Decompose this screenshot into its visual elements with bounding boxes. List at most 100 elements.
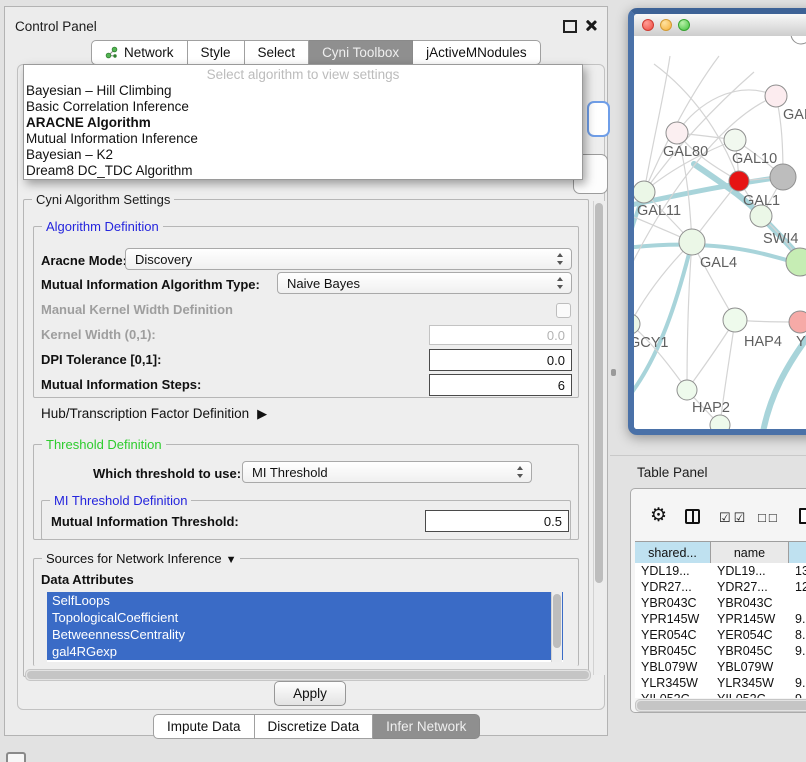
attribute-item-gal4rgexp[interactable]: gal4RGexp <box>47 643 563 660</box>
minimize-traffic-light-icon[interactable] <box>660 19 672 31</box>
dropdown-item-dream8-dc-tdc-algorithm[interactable]: Dream8 DC_TDC Algorithm <box>24 163 582 179</box>
table-row[interactable]: YIL052CYIL052C9. <box>635 691 806 698</box>
network-node-y[interactable] <box>789 311 806 333</box>
spinner-arrows-icon <box>557 277 564 289</box>
tab-discretize-data[interactable]: Discretize Data <box>255 714 374 739</box>
tab-label: Cyni Toolbox <box>322 45 399 60</box>
attribute-item-betweennesscentrality[interactable]: BetweennessCentrality <box>47 626 563 643</box>
tab-network[interactable]: Network <box>91 40 188 65</box>
network-edge[interactable] <box>634 242 692 324</box>
which-threshold-value: MI Threshold <box>252 465 328 480</box>
network-node-hap2[interactable] <box>677 380 697 400</box>
gear-icon[interactable]: ⚙ <box>650 506 667 525</box>
settings-horizontal-scrollbar[interactable] <box>25 669 591 681</box>
column-header-shared[interactable]: shared... <box>635 542 711 564</box>
settings-vertical-scrollbar[interactable] <box>593 201 605 675</box>
network-node-gal11[interactable] <box>634 181 655 203</box>
zoom-traffic-light-icon[interactable] <box>678 19 690 31</box>
table-cell: YBR043C <box>711 595 789 611</box>
close-icon[interactable] <box>585 19 597 31</box>
network-edge[interactable] <box>634 242 692 400</box>
sources-title: Sources for Network Inference <box>46 551 222 566</box>
dropdown-placeholder: Select algorithm to view settings <box>24 66 582 83</box>
network-edge[interactable] <box>634 96 776 276</box>
docked-panel-icon[interactable] <box>6 752 26 762</box>
network-window-titlebar[interactable] <box>634 14 806 37</box>
hub-definition-toggle[interactable]: Hub/Transcription Factor Definition▶ <box>41 406 267 422</box>
table-row[interactable]: YBL079WYBL079W <box>635 659 806 675</box>
network-node[interactable] <box>791 36 806 44</box>
dropdown-item-basic-correlation-inference[interactable]: Basic Correlation Inference <box>24 99 582 115</box>
table-cell: YBL079W <box>635 659 711 675</box>
dpi-tolerance-field[interactable]: 0.0 <box>429 349 572 371</box>
split-pane-handle[interactable] <box>611 369 616 376</box>
network-edge[interactable] <box>687 320 735 390</box>
table-row[interactable]: YDL19...YDL19...13 <box>635 563 806 579</box>
tab-style[interactable]: Style <box>188 40 245 65</box>
tab-jactivemnodules[interactable]: jActiveMNodules <box>413 40 541 65</box>
table-row[interactable]: YBR043CYBR043C <box>635 595 806 611</box>
network-node-gal80[interactable] <box>666 122 688 144</box>
network-node-label: SWI4 <box>763 231 798 247</box>
network-view-window[interactable]: GALGAL80GAL10GAL1GAL11SWI4GAL4GCY1HAP4YH… <box>628 8 806 435</box>
table-cell: YBR045C <box>635 643 711 659</box>
apply-button[interactable]: Apply <box>274 681 346 706</box>
algorithm-dropdown-popup: Select algorithm to view settings Bayesi… <box>23 64 583 180</box>
deselect-all-checkboxes-icon[interactable]: □□ <box>758 510 780 525</box>
network-node[interactable] <box>770 164 796 190</box>
chevron-down-icon[interactable]: ▼ <box>226 554 237 566</box>
attribute-list-scrollbar[interactable] <box>551 592 562 662</box>
network-node[interactable] <box>710 415 730 435</box>
column-header-clipped[interactable] <box>789 542 806 564</box>
table-row[interactable]: YDR27...YDR27...12 <box>635 579 806 595</box>
manual-kernel-checkbox[interactable] <box>556 303 571 318</box>
network-node-gal[interactable] <box>765 85 787 107</box>
table-horizontal-scrollbar[interactable] <box>635 699 806 712</box>
desktop: Control Panel NetworkStyleSelectCyni Too… <box>0 0 806 762</box>
table-row[interactable]: YBR045CYBR045C9. <box>635 643 806 659</box>
attribute-item-selfloops[interactable]: SelfLoops <box>47 592 563 609</box>
mi-type-label: Mutual Information Algorithm Type: <box>41 277 260 292</box>
aracne-mode-value: Discovery <box>135 252 192 267</box>
column-header-name[interactable]: name <box>711 542 789 564</box>
network-node-label: GAL11 <box>637 203 681 219</box>
mi-steps-field[interactable]: 6 <box>429 374 572 396</box>
network-node[interactable] <box>786 248 806 276</box>
mi-threshold-field[interactable]: 0.5 <box>425 510 569 532</box>
network-canvas[interactable]: GALGAL80GAL10GAL1GAL11SWI4GAL4GCY1HAP4YH… <box>634 36 806 435</box>
network-graph[interactable]: GALGAL80GAL10GAL1GAL11SWI4GAL4GCY1HAP4YH… <box>634 36 806 435</box>
float-window-icon[interactable] <box>563 20 577 33</box>
table-row[interactable]: YLR345WYLR345W9. <box>635 675 806 691</box>
table-row[interactable]: YER054CYER054C8. <box>635 627 806 643</box>
tab-impute-data[interactable]: Impute Data <box>153 714 255 739</box>
data-attributes-list[interactable]: SelfLoopsTopologicalCoefficientBetweenne… <box>47 592 563 662</box>
kernel-width-field[interactable]: 0.0 <box>429 325 572 345</box>
dropdown-item-bayesian-hill-climbing[interactable]: Bayesian – Hill Climbing <box>24 83 582 99</box>
table-row[interactable]: YPR145WYPR145W9. <box>635 611 806 627</box>
dpi-tolerance-label: DPI Tolerance [0,1]: <box>41 352 161 367</box>
which-threshold-select[interactable]: MI Threshold <box>242 461 532 483</box>
dropdown-item-mutual-information-inference[interactable]: Mutual Information Inference <box>24 131 582 147</box>
dropdown-item-aracne-algorithm[interactable]: ARACNE Algorithm <box>24 115 582 131</box>
mi-type-select[interactable]: Naive Bayes <box>277 272 572 294</box>
tab-infer-network[interactable]: Infer Network <box>373 714 480 739</box>
new-table-file-icon[interactable] <box>799 508 806 524</box>
tab-label: Infer Network <box>386 719 466 734</box>
network-node-gcy1[interactable] <box>634 314 640 334</box>
dropdown-item-bayesian-k2[interactable]: Bayesian – K2 <box>24 147 582 163</box>
network-node-gal1[interactable] <box>729 171 749 191</box>
select-all-checkboxes-icon[interactable]: ☑☑ <box>719 510 748 526</box>
table-cell: YER054C <box>711 627 789 643</box>
aracne-mode-select[interactable]: Discovery <box>125 248 572 270</box>
network-node-gal4[interactable] <box>679 229 705 255</box>
attribute-item-topologicalcoefficient[interactable]: TopologicalCoefficient <box>47 609 563 626</box>
tab-cyni-toolbox[interactable]: Cyni Toolbox <box>309 40 413 65</box>
columns-icon[interactable] <box>685 509 700 524</box>
network-node-gal10[interactable] <box>724 129 746 151</box>
network-node-label: Y <box>796 334 806 350</box>
close-traffic-light-icon[interactable] <box>642 19 654 31</box>
network-edge[interactable] <box>644 56 670 192</box>
network-node-hap4[interactable] <box>723 308 747 332</box>
tab-label: Style <box>201 45 231 60</box>
tab-select[interactable]: Select <box>245 40 310 65</box>
